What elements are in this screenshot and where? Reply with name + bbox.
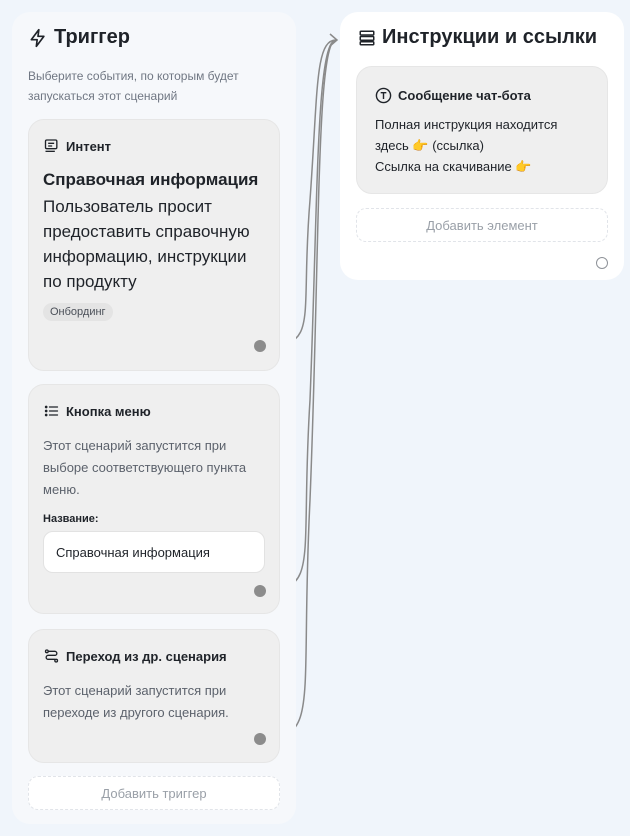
transition-header: Переход из др. сценария (43, 648, 227, 664)
intent-text: Пользователь просит предоставить справоч… (43, 197, 250, 291)
trigger-title-text: Триггер (54, 26, 130, 48)
menu-button-name-input[interactable]: Справочная информация (43, 531, 265, 573)
list-icon (44, 405, 59, 417)
chatbot-message-card[interactable]: Сообщение чат-бота Полная инструкция нах… (356, 66, 608, 194)
text-circle-icon (375, 87, 392, 104)
add-trigger-button[interactable]: Добавить триггер (28, 776, 280, 810)
instructions-title-text: Инструкции и ссылки (382, 26, 598, 48)
add-element-button[interactable]: Добавить элемент (356, 208, 608, 242)
transition-output-port[interactable] (254, 733, 266, 745)
instructions-title: Инструкции и ссылки (358, 26, 618, 49)
intent-output-port[interactable] (254, 340, 266, 352)
menu-button-card[interactable]: Кнопка меню Этот сценарий запустится при… (28, 384, 280, 614)
pointing-hand-icon: 👉 (515, 159, 532, 174)
menu-button-text: Этот сценарий запустится при выборе соот… (43, 438, 247, 497)
wire-arrow-head (329, 33, 339, 47)
transition-header-label: Переход из др. сценария (66, 648, 227, 664)
pointing-hand-icon: 👉 (412, 138, 429, 153)
intent-title: Справочная информация (43, 170, 259, 189)
message-line-3: Ссылка на скачивание 👉 (375, 159, 532, 175)
instructions-output-port[interactable] (596, 257, 608, 269)
menu-button-header: Кнопка меню (43, 403, 151, 419)
message-link[interactable]: (ссылка) (432, 138, 484, 153)
stack-icon (359, 30, 375, 45)
menu-button-output-port[interactable] (254, 585, 266, 597)
route-icon (44, 649, 59, 663)
intent-icon (44, 139, 58, 152)
message-line-1: Полная инструкция находится (375, 117, 558, 132)
message-line-2-prefix: здесь (375, 138, 409, 153)
trigger-title: Триггер (28, 26, 130, 49)
trigger-panel: Триггер Выберите события, по которым буд… (12, 12, 296, 824)
instructions-panel[interactable]: Инструкции и ссылки Сообщение чат-бота П… (340, 12, 624, 280)
menu-button-header-label: Кнопка меню (66, 403, 151, 419)
message-line-2: здесь 👉 (ссылка) (375, 138, 484, 154)
transition-card[interactable]: Переход из др. сценария Этот сценарий за… (28, 629, 280, 763)
trigger-description: Выберите события, по которым будет запус… (28, 69, 239, 103)
transition-text: Этот сценарий запустится при переходе из… (43, 683, 229, 720)
menu-button-field-label: Название: (43, 513, 99, 525)
chatbot-message-header: Сообщение чат-бота (375, 87, 531, 104)
lightning-icon (30, 28, 45, 47)
message-line-3-text: Ссылка на скачивание (375, 159, 512, 174)
intent-header: Интент (43, 138, 111, 154)
chatbot-message-header-label: Сообщение чат-бота (398, 88, 531, 103)
intent-header-label: Интент (66, 138, 112, 154)
intent-tag[interactable]: Онбординг (43, 303, 113, 321)
intent-card[interactable]: Интент Справочная информация Пользовател… (28, 119, 280, 371)
